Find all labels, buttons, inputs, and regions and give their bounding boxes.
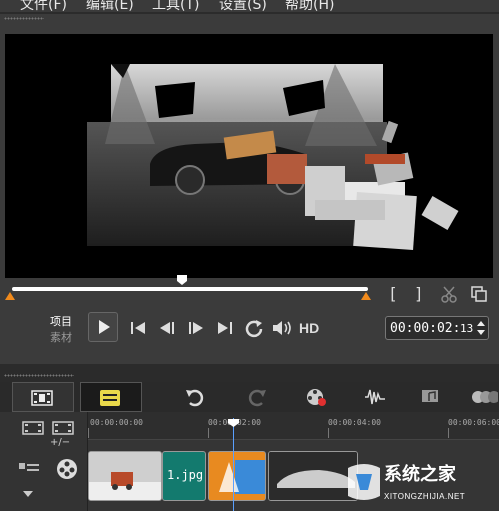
menu-help[interactable]: 帮助(H) (285, 0, 334, 12)
transition-clip[interactable] (208, 451, 266, 501)
timeline-view-tab[interactable] (80, 382, 142, 412)
timeline-grip[interactable] (4, 374, 74, 377)
track-manager-icon[interactable] (22, 420, 44, 436)
mark-out-button[interactable]: ] (414, 284, 424, 303)
storyboard-view-tab[interactable] (12, 382, 74, 412)
previous-frame-icon[interactable] (156, 316, 178, 340)
expand-track-icon[interactable] (22, 490, 34, 498)
redo-icon[interactable] (246, 387, 268, 407)
sound-mixer-icon[interactable] (364, 387, 386, 407)
timeline-ruler[interactable]: 00:00:00:00 00:00:02:00 00:00:04:00 00:0… (88, 412, 499, 440)
timeline-clip[interactable] (88, 451, 162, 501)
watermark-name: 系统之家 (384, 464, 456, 485)
ruler-tick (328, 428, 329, 438)
clip-thumbnail (89, 452, 161, 500)
track-header-panel: +/− (0, 412, 88, 511)
panel-grip[interactable] (4, 17, 44, 20)
ruler-label: 00:00:04:00 (328, 418, 381, 427)
play-icon (99, 320, 110, 334)
auto-music-icon[interactable] (420, 387, 442, 407)
mode-project-label[interactable]: 项目 (50, 313, 72, 329)
mode-clip-label[interactable]: 素材 (50, 329, 72, 345)
scrubber-track[interactable] (12, 287, 368, 291)
enlarge-preview-icon[interactable] (470, 285, 488, 303)
split-clip-icon[interactable] (440, 285, 458, 303)
go-to-start-icon[interactable] (128, 316, 148, 340)
ruler-tick (208, 428, 209, 438)
timecode-value: 00:00:02: (390, 321, 461, 336)
timecode-spinner-icon[interactable] (476, 320, 486, 336)
trim-start-marker[interactable] (5, 292, 15, 300)
video-track-icon[interactable] (54, 456, 80, 482)
timeline-view-icon (100, 390, 120, 406)
play-button[interactable] (88, 312, 118, 342)
menu-edit[interactable]: 编辑(E) (86, 0, 134, 12)
ruler-tick (448, 428, 449, 438)
menu-settings[interactable]: 设置(S) (219, 0, 267, 12)
hd-toggle[interactable]: HD (299, 320, 319, 336)
add-remove-track-label[interactable]: +/− (50, 437, 70, 448)
timeline-cursor-handle[interactable] (227, 418, 240, 428)
watermark-url: XITONGZHIJIA.NET (384, 492, 466, 501)
ruler-tick (88, 428, 89, 438)
preview-frame-image (87, 64, 459, 251)
ruler-label: 00:00:06:00 (448, 418, 499, 427)
mark-in-button[interactable]: [ (388, 284, 398, 303)
video-preview (5, 34, 493, 278)
menu-bar: 文件(F) 编辑(E) 工具(T) 设置(S) 帮助(H) (0, 0, 499, 12)
timeline-toolbar (0, 382, 499, 412)
volume-icon[interactable] (270, 316, 294, 340)
record-capture-icon[interactable] (305, 387, 327, 407)
timeline-cursor[interactable] (233, 418, 234, 511)
scrubber-playhead[interactable] (176, 274, 188, 286)
undo-icon[interactable] (184, 387, 206, 407)
ruler-label: 00:00:00:00 (90, 418, 143, 427)
repeat-icon[interactable] (243, 316, 265, 340)
ripple-edit-icon[interactable] (18, 460, 40, 476)
next-frame-icon[interactable] (185, 316, 207, 340)
menu-file[interactable]: 文件(F) (20, 0, 67, 12)
clip-filename: 1.jpg (167, 468, 204, 482)
multi-track-icon[interactable] (470, 387, 498, 407)
timecode-field[interactable]: 00:00:02: 13 (385, 316, 489, 340)
transition-thumbnail (209, 452, 265, 500)
menu-tools[interactable]: 工具(T) (152, 0, 199, 12)
trim-end-marker[interactable] (361, 292, 371, 300)
storyboard-view-icon (31, 390, 53, 406)
add-track-icon[interactable] (52, 420, 74, 436)
go-to-end-icon[interactable] (215, 316, 235, 340)
timeline-clip[interactable]: 1.jpg (162, 451, 206, 501)
timecode-frame: 13 (460, 322, 474, 335)
